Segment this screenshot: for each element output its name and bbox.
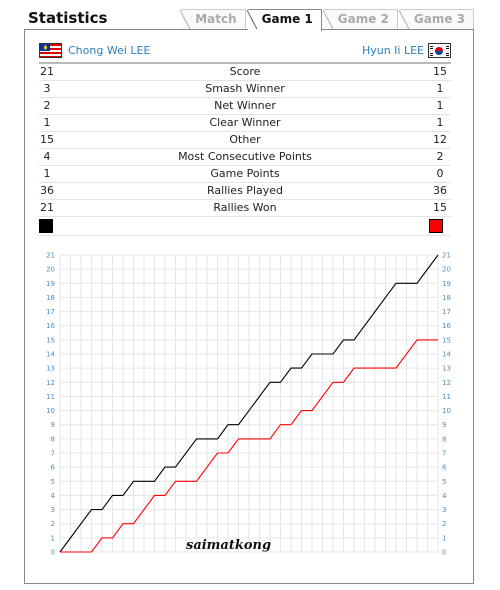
y-tick-label-right: 3 [442, 506, 446, 514]
y-tick-label-left: 3 [51, 506, 55, 514]
y-tick-label-left: 13 [46, 365, 55, 373]
y-tick-label-right: 16 [442, 322, 451, 330]
y-tick-label-right: 8 [442, 435, 446, 443]
y-tick-label-right: 15 [442, 336, 451, 344]
y-tick-label-right: 2 [442, 520, 446, 528]
y-tick-label-left: 7 [51, 450, 55, 458]
y-tick-label-right: 7 [442, 450, 446, 458]
y-tick-label-left: 5 [51, 478, 55, 486]
y-tick-label-left: 8 [51, 435, 55, 443]
tab-game-1[interactable]: Game 1 [246, 9, 322, 31]
y-tick-label-right: 13 [442, 365, 451, 373]
y-tick-label-right: 17 [442, 308, 451, 316]
y-tick-label-right: 14 [442, 351, 451, 359]
y-tick-label-right: 10 [442, 407, 451, 415]
y-tick-label-left: 12 [46, 379, 55, 387]
y-tick-label-left: 20 [46, 266, 55, 274]
y-tick-label-left: 17 [46, 308, 55, 316]
y-tick-label-left: 19 [46, 280, 55, 288]
y-tick-label-right: 12 [442, 379, 451, 387]
y-tick-label-left: 11 [46, 393, 55, 401]
y-tick-label-left: 4 [51, 492, 56, 500]
y-tick-label-right: 9 [442, 421, 446, 429]
y-tick-label-right: 5 [442, 478, 446, 486]
y-tick-label-left: 0 [51, 549, 55, 557]
y-tick-label-right: 19 [442, 280, 451, 288]
y-tick-label-left: 6 [51, 464, 56, 472]
y-tick-label-right: 11 [442, 393, 451, 401]
y-tick-label-left: 1 [51, 534, 55, 542]
y-tick-label-right: 18 [442, 294, 451, 302]
y-tick-label-left: 16 [46, 322, 55, 330]
y-tick-label-right: 1 [442, 534, 446, 542]
y-tick-label-right: 20 [442, 266, 451, 274]
y-tick-label-left: 21 [46, 252, 55, 260]
y-tick-label-left: 18 [46, 294, 55, 302]
y-tick-label-right: 4 [442, 492, 447, 500]
y-tick-label-left: 9 [51, 421, 55, 429]
y-tick-label-right: 6 [442, 464, 447, 472]
watermark-text: saimatkong [186, 538, 271, 553]
y-tick-label-left: 14 [46, 351, 55, 359]
y-tick-label-left: 15 [46, 336, 55, 344]
y-tick-label-right: 21 [442, 252, 451, 260]
y-tick-label-left: 10 [46, 407, 55, 415]
score-progression-chart: 0 01 12 23 34 45 56 67 78 89 910 1011 1112 1213 1314 14… [46, 252, 451, 557]
y-tick-label-left: 2 [51, 520, 55, 528]
y-tick-label-right: 0 [442, 549, 446, 557]
